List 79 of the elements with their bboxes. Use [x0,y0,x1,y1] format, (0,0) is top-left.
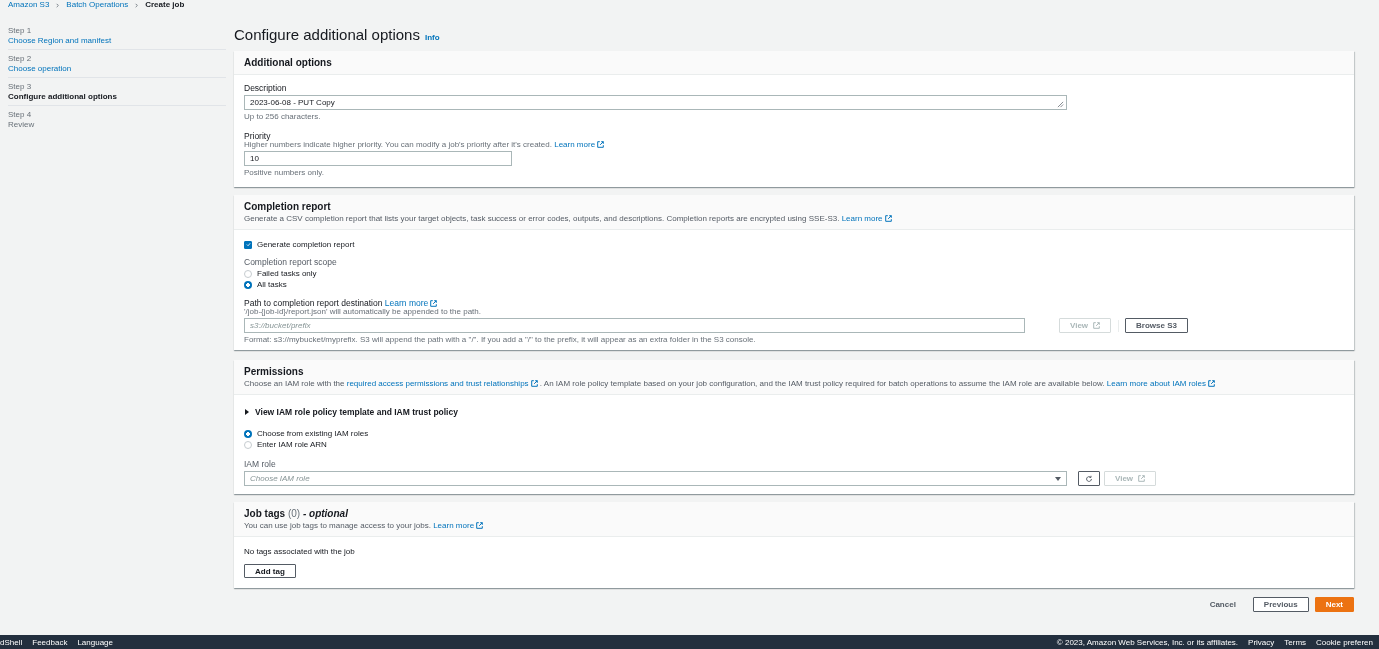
policy-expander[interactable]: View IAM role policy template and IAM trust policy [244,407,1344,417]
breadcrumb-link[interactable]: Batch Operations [66,0,129,10]
next-button[interactable]: Next [1314,597,1354,612]
radio-button[interactable] [244,440,252,449]
radio-label: Failed tasks only [257,269,317,278]
external-link-icon [1093,322,1101,329]
external-link-icon [884,215,892,223]
field-label: Priority [244,131,272,141]
tag-count: (0) [287,508,301,519]
external-link-icon [476,522,484,530]
panel-title: Job tags [244,508,286,519]
chevron-right-icon [134,2,140,8]
radio-label: Enter IAM role ARN [257,440,327,449]
breadcrumb-current: Create job [145,0,185,10]
browse-s3-button[interactable]: Browse S3 [1125,318,1188,333]
step-number: Step 3 [8,82,33,91]
cancel-button[interactable]: Cancel [1198,597,1247,612]
priority-field[interactable]: 10 [244,151,512,166]
step-link[interactable]: Choose operation [8,64,226,73]
panel-description: Generate a CSV completion report that lists your target objects, task success or error codes, outputs, and descriptions. Completion reports are encrypted using SSE-S3. Learn more [244,214,1344,223]
field-hint: Positive numbers only. [244,168,325,177]
panel-description: Choose an IAM role with the required access permissions and trust relationships . An IAM role policy template based on your job configuration, and the IAM trust policy required for batch operations to assume the IAM role are available below. Learn more about IAM roles [244,379,1344,388]
page-title: Configure additional options [234,26,420,43]
external-link-icon [430,300,438,308]
chevron-right-icon [55,2,61,8]
checkbox[interactable] [244,240,252,249]
previous-button[interactable]: Previous [1252,597,1309,612]
learn-more-link[interactable]: Learn more [554,140,596,149]
field-description: Higher numbers indicate higher priority. You can modify a job's priority after it's created. Learn more [244,140,1344,149]
external-link-icon [1138,475,1146,482]
radio-button[interactable] [244,280,252,289]
step-number: Step 2 [8,54,33,63]
learn-more-link[interactable]: Learn more [433,521,475,530]
refresh-button[interactable] [1078,471,1100,486]
footer-link[interactable]: Cookie preferen [1316,637,1373,647]
external-link-icon [597,141,605,149]
panel-title: Additional options [244,57,333,68]
add-tag-button[interactable]: Add tag [244,564,296,578]
footer-link[interactable]: Terms [1284,637,1307,647]
destination-field[interactable]: s3://bucket/prefix [244,318,1025,333]
checkbox-label: Generate completion report [257,240,355,249]
permissions-link[interactable]: required access permissions and trust relationships [346,379,529,388]
learn-more-link[interactable]: Learn more [384,298,429,308]
field-hint: Format: s3://mybucket/myprefix. S3 will append the path with a "/". If you add a "/" to the prefix, it will appear as an extra folder in the S3 console. [244,335,757,344]
footer-link[interactable]: Privacy [1248,637,1275,647]
panel-title: Completion report [244,201,332,212]
step-number: Step 1 [8,26,33,35]
footer-link[interactable]: Language [77,637,113,647]
external-link-icon [1208,380,1215,388]
caret-down-icon [1055,475,1061,482]
copyright-text: © 2023, Amazon Web Services, Inc. or its affiliates. [1056,637,1239,647]
field-label: Description [244,83,288,93]
step-number: Step 4 [8,110,33,119]
radio-label: All tasks [257,280,287,289]
description-field[interactable]: 2023-06-08 - PUT Copy [244,95,1067,110]
refresh-icon [1085,474,1093,483]
resize-handle-icon[interactable] [1057,101,1064,108]
footer-link[interactable]: Feedback [32,637,68,647]
breadcrumb-link[interactable]: Amazon S3 [8,0,50,10]
info-link[interactable]: Info [424,33,440,42]
radio-label: Choose from existing IAM roles [257,429,369,438]
field-label: Completion report scope [244,257,338,267]
learn-more-link[interactable]: Learn more [841,214,883,223]
iam-role-select[interactable]: Choose IAM role [244,471,1067,486]
panel-description: You can use job tags to manage access to your jobs. Learn more [244,521,1344,530]
optional-label: - optional [302,508,348,519]
caret-right-icon [244,409,250,415]
radio-button[interactable] [244,269,252,278]
footer-link[interactable]: dShell [0,637,23,647]
field-hint: Up to 256 characters. [244,112,322,121]
field-label: Path to completion report destination Learn more [244,298,1344,308]
learn-more-link[interactable]: Learn more about IAM roles [1106,379,1206,388]
radio-button[interactable] [244,429,252,438]
field-description: '/job-{job-id}/report.json' will automatically be appended to the path. [244,307,482,316]
external-link-icon [530,380,538,388]
panel-title: Permissions [244,366,305,377]
field-label: IAM role [244,459,277,469]
step-link[interactable]: Choose Region and manifest [8,36,226,45]
empty-message: No tags associated with the job [244,547,355,556]
